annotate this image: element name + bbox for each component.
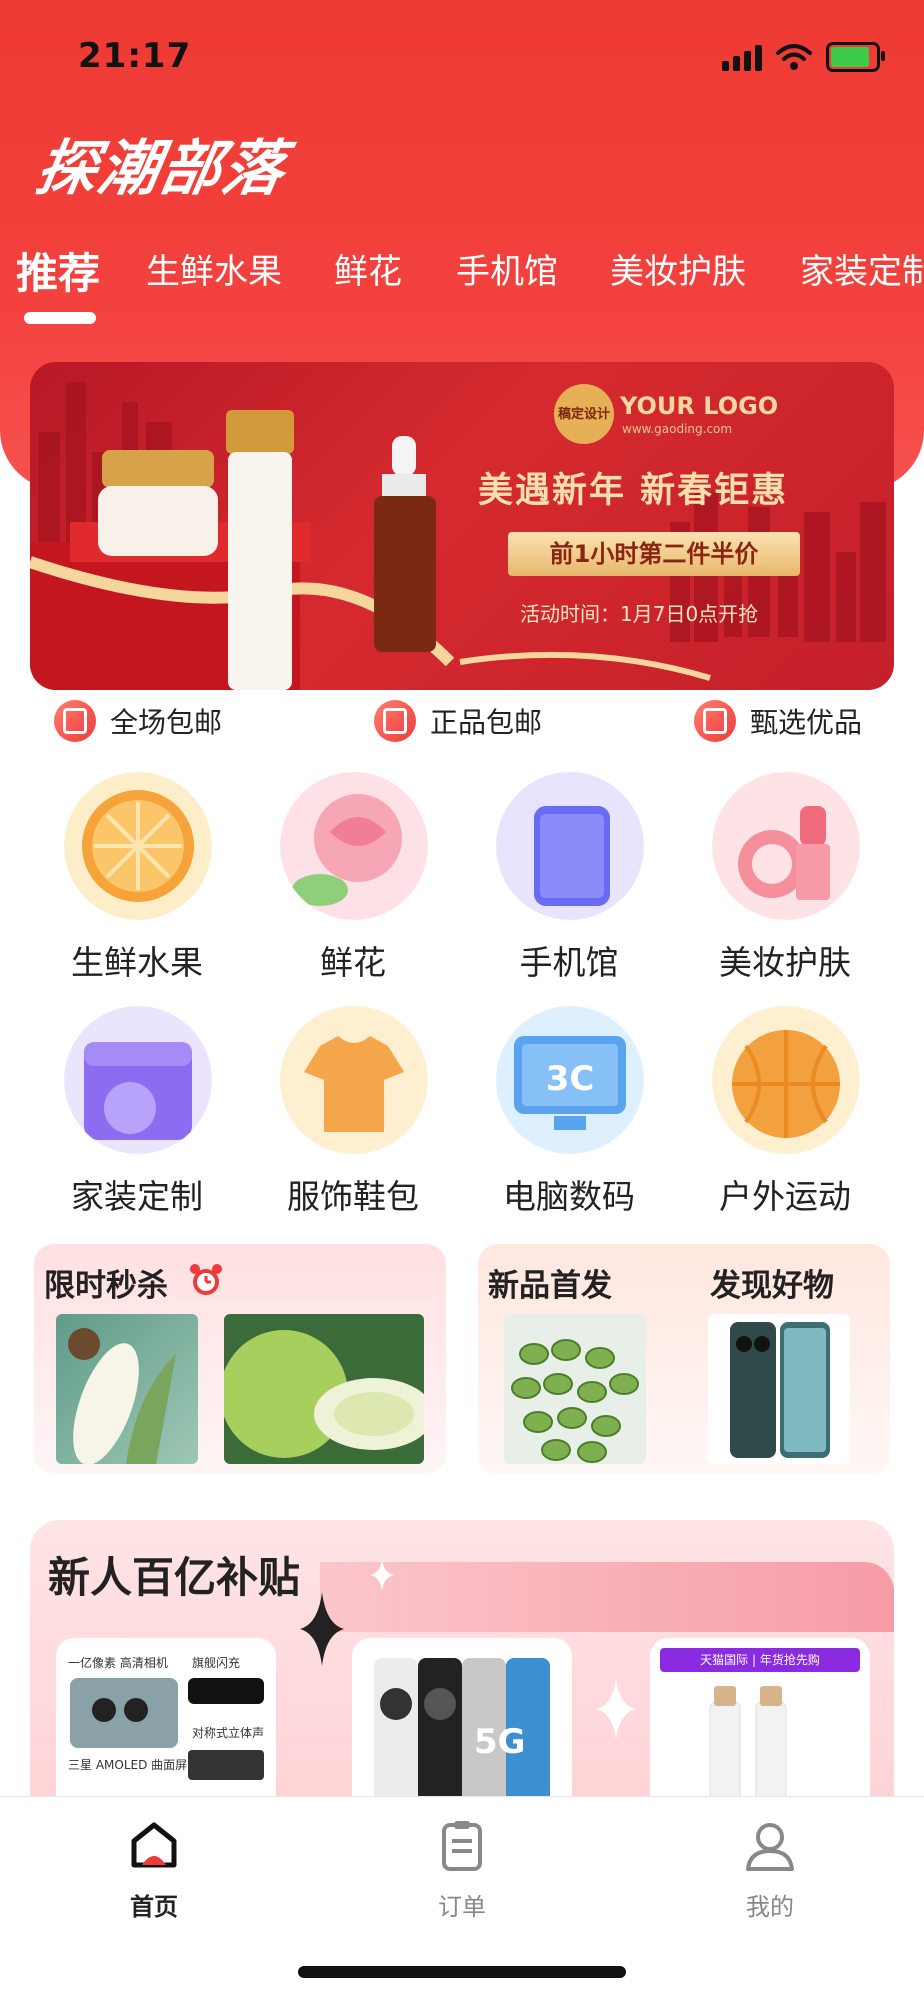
tab-flowers[interactable]: 鲜花: [334, 244, 402, 293]
category-label: 家装定制: [71, 1177, 203, 1216]
nav-label: 订单: [438, 1893, 486, 1921]
tab-active-indicator: [24, 312, 96, 324]
rose-icon: [280, 772, 428, 920]
svg-text:3C: 3C: [546, 1059, 595, 1099]
washer-icon: [64, 1006, 212, 1154]
category-label: 鲜花: [320, 943, 386, 982]
subsidy-header-band: [320, 1562, 894, 1632]
wifi-icon: [776, 44, 812, 70]
user-icon: [746, 1823, 794, 1871]
category-label: 生鲜水果: [71, 943, 203, 982]
flash-sale-title: 限时秒杀: [44, 1268, 168, 1304]
monitor-3c-icon: 3C: [496, 1006, 644, 1154]
app-screen: 21:17 探潮部落 推荐 生鲜水果 鲜花 手机馆 美妆护肤 家装定制 稿定设计…: [0, 0, 924, 2000]
product-thumb-guava[interactable]: [224, 1314, 424, 1464]
tab-fresh-fruit[interactable]: 生鲜水果: [146, 244, 282, 293]
promo-banner[interactable]: 稿定设计 YOUR LOGO www.gaoding.com 美遇新年 新春钜惠…: [30, 362, 894, 690]
category-label: 手机馆: [519, 943, 619, 982]
product-thumb-phone[interactable]: [708, 1314, 850, 1464]
discover-title: 发现好物: [710, 1268, 834, 1304]
basketball-icon: [712, 1006, 860, 1154]
card-line: 三星 AMOLED 曲面屏: [68, 1758, 188, 1772]
category-tab-bar: 推荐 生鲜水果 鲜花 手机馆 美妆护肤 家装定制: [0, 240, 924, 320]
feature-label: 正品包邮: [430, 706, 543, 739]
category-home-custom[interactable]: 家装定制: [42, 1006, 232, 1216]
app-logo: 探潮部落: [30, 134, 292, 204]
card-line: 一亿像素 高清相机: [68, 1656, 168, 1670]
newcomer-subsidy-section[interactable]: 新人百亿补贴 一亿像素 高清相机 旗舰闪充 对称式立体声 三星 AMOLED 曲…: [30, 1520, 894, 1810]
cellular-signal-icon: [722, 43, 762, 71]
category-phones[interactable]: 手机馆: [474, 772, 664, 982]
feature-free-shipping: 全场包邮: [54, 700, 222, 742]
battery-icon: [826, 42, 885, 72]
phone-icon: [496, 772, 644, 920]
banner-title: 美遇新年 新春钜惠: [478, 471, 789, 511]
category-label: 美妆护肤: [719, 943, 851, 982]
subsidy-title: 新人百亿补贴: [48, 1553, 301, 1602]
category-fresh-fruit[interactable]: 生鲜水果: [42, 772, 232, 982]
category-beauty[interactable]: 美妆护肤: [690, 772, 880, 982]
sparkle-icon: [300, 1592, 344, 1666]
banner-logo-url: www.gaoding.com: [622, 422, 733, 436]
subsidy-card-5g-phone[interactable]: 5G: [352, 1638, 572, 1810]
feature-label: 甄选优品: [750, 706, 863, 739]
status-bar: 21:17: [0, 30, 924, 90]
home-indicator[interactable]: [298, 1966, 626, 1978]
category-apparel[interactable]: 服饰鞋包: [258, 1006, 448, 1216]
category-computers[interactable]: 3C 电脑数码: [474, 1006, 664, 1216]
5g-badge: 5G: [474, 1722, 526, 1762]
feature-row: 全场包邮 正品包邮 甄选优品: [0, 700, 924, 750]
tab-beauty[interactable]: 美妆护肤: [610, 244, 746, 293]
tab-home-custom[interactable]: 家装定制: [800, 244, 924, 293]
category-outdoor[interactable]: 户外运动: [690, 1006, 880, 1216]
alarm-clock-icon: [190, 1264, 222, 1295]
tshirt-icon: [280, 1006, 428, 1154]
subsidy-card-phone-features[interactable]: 一亿像素 高清相机 旗舰闪充 对称式立体声 三星 AMOLED 曲面屏: [56, 1638, 276, 1810]
product-thumb-corn[interactable]: [56, 1314, 198, 1464]
category-flowers[interactable]: 鲜花: [258, 772, 448, 982]
new-arrivals-panel[interactable]: 新品首发 发现好物: [478, 1244, 890, 1474]
category-label: 电脑数码: [503, 1177, 635, 1216]
clipboard-icon: [442, 1821, 482, 1871]
feature-genuine: 正品包邮: [374, 700, 542, 742]
banner-logo-badge: 稿定设计: [554, 384, 614, 444]
tab-recommended[interactable]: 推荐: [16, 240, 100, 301]
sparkle-icon: [370, 1560, 394, 1590]
nav-home[interactable]: 首页: [74, 1817, 234, 1922]
new-arrivals-title: 新品首发: [488, 1268, 612, 1304]
category-label: 户外运动: [719, 1177, 851, 1216]
product-thumb-cucamelon[interactable]: [504, 1314, 646, 1464]
status-icons: [722, 42, 885, 72]
home-icon: [131, 1822, 177, 1868]
banner-subtitle: 活动时间：1月7日0点开抢: [520, 602, 759, 626]
flash-sale-panel[interactable]: 限时秒杀: [34, 1244, 446, 1474]
subsidy-card-tmall[interactable]: 天猫国际 | 年货抢先购: [650, 1638, 870, 1810]
status-time: 21:17: [78, 36, 192, 76]
nav-label: 首页: [130, 1893, 178, 1921]
feature-label: 全场包邮: [110, 706, 223, 739]
genuine-icon: [374, 700, 416, 742]
premium-icon: [694, 700, 736, 742]
nav-orders[interactable]: 订单: [382, 1817, 542, 1922]
nav-label: 我的: [746, 1893, 794, 1921]
banner-promo-pill: 前1小时第二件半价: [508, 532, 800, 576]
lipstick-icon: [712, 772, 860, 920]
card-line: 旗舰闪充: [192, 1656, 241, 1670]
orange-icon: [64, 772, 212, 920]
sparkle-icon: [596, 1678, 636, 1740]
feature-premium: 甄选优品: [694, 700, 862, 742]
tab-phones[interactable]: 手机馆: [456, 244, 558, 293]
category-label: 服饰鞋包: [287, 1177, 419, 1216]
card-line: 对称式立体声: [192, 1726, 265, 1740]
tmall-header: 天猫国际 | 年货抢先购: [660, 1648, 860, 1672]
banner-logo-text: YOUR LOGO: [620, 392, 779, 420]
nav-profile[interactable]: 我的: [690, 1817, 850, 1922]
box-icon: [54, 700, 96, 742]
